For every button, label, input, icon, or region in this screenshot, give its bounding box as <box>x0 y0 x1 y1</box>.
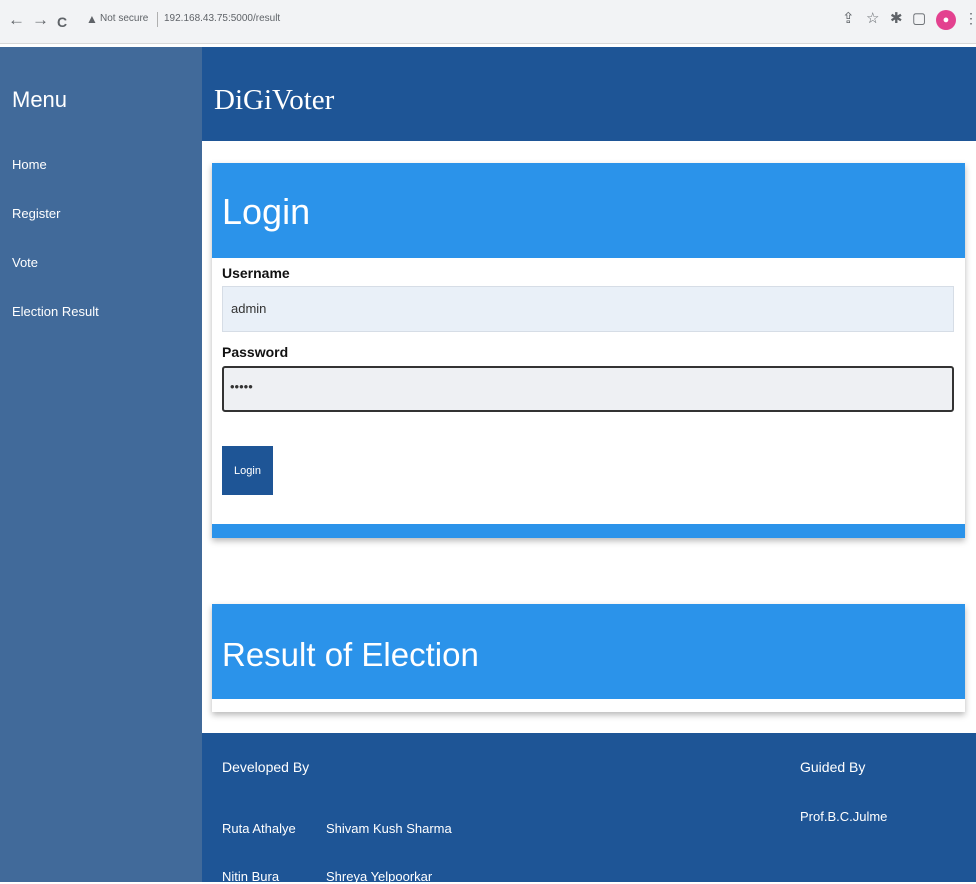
more-menu-icon[interactable]: ⋮ <box>964 10 976 27</box>
login-card-title: Login <box>212 163 965 258</box>
result-card-title: Result of Election <box>212 604 965 699</box>
star-icon[interactable]: ☆ <box>866 10 879 28</box>
developed-by-heading: Developed By <box>222 759 310 775</box>
address-separator <box>157 12 158 27</box>
back-arrow-icon[interactable]: ← <box>8 10 25 30</box>
sidebar-item-vote[interactable]: Vote <box>12 255 38 270</box>
result-card: Result of Election <box>212 604 965 712</box>
forward-arrow-icon[interactable]: → <box>32 10 49 30</box>
top-header: DiGiVoter <box>202 47 976 141</box>
login-card-footer-bar <box>212 524 965 538</box>
reload-icon[interactable]: C <box>57 12 67 32</box>
guided-by-heading: Guided By <box>800 759 866 775</box>
profile-avatar-icon[interactable]: ● <box>936 10 956 30</box>
login-card: Login Username admin Password ••••• Logi… <box>212 163 965 538</box>
developer-name: Shivam Kush Sharma <box>326 821 452 836</box>
developer-name: Ruta Athalye <box>222 821 296 836</box>
sidebar-item-register[interactable]: Register <box>12 206 60 221</box>
address-bar-url[interactable]: 192.168.43.75:5000/result <box>164 13 280 24</box>
warning-triangle-icon[interactable]: ▲ <box>86 12 98 26</box>
sidebar-item-home[interactable]: Home <box>12 157 47 172</box>
sidebar-title: Menu <box>12 87 68 112</box>
guide-name: Prof.B.C.Julme <box>800 809 888 824</box>
sidebar: Menu Home Register Vote Election Result <box>0 47 202 882</box>
tab-window-icon[interactable]: ▢ <box>912 10 926 28</box>
sidebar-item-election-result[interactable]: Election Result <box>12 304 99 319</box>
brand-title: DiGiVoter <box>214 84 335 116</box>
username-field[interactable]: admin <box>222 286 954 332</box>
password-label: Password <box>222 344 289 360</box>
browser-toolbar: ← → C ▲ Not secure 192.168.43.75:5000/re… <box>0 0 976 44</box>
page-footer: Developed By Ruta Athalye Shivam Kush Sh… <box>202 733 976 884</box>
username-label: Username <box>222 265 290 281</box>
share-icon[interactable]: ⇪ <box>842 10 855 28</box>
extensions-puzzle-icon[interactable]: ✱ <box>890 10 903 28</box>
not-secure-label[interactable]: Not secure <box>100 13 148 24</box>
login-button[interactable]: Login <box>222 446 273 495</box>
password-field[interactable]: ••••• <box>222 366 954 412</box>
